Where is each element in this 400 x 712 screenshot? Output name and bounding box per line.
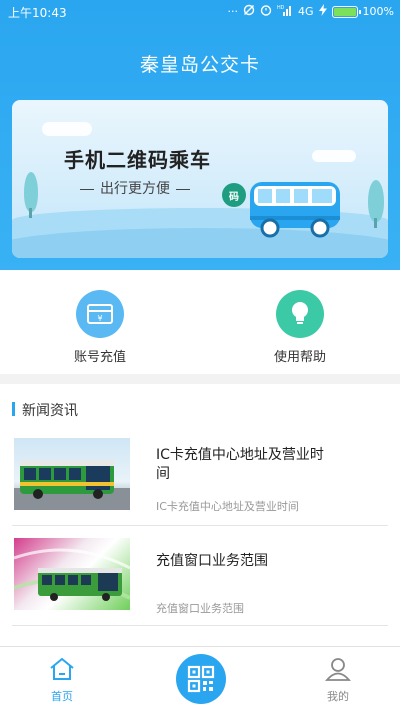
news-title: IC卡充值中心地址及营业时间 bbox=[156, 447, 324, 482]
lightbulb-icon bbox=[276, 290, 324, 338]
tab-mine-label: 我的 bbox=[327, 690, 349, 703]
quick-actions: ¥ 账号充值 使用帮助 bbox=[0, 270, 400, 374]
battery-level: 100% bbox=[362, 5, 394, 18]
tab-home[interactable]: 首页 bbox=[32, 657, 92, 704]
qr-scan-button[interactable] bbox=[176, 654, 226, 704]
tree-decoration bbox=[24, 172, 38, 212]
status-bar: 上午10:43 ··· HD 4G 100% bbox=[0, 0, 400, 24]
wallet-card-icon: ¥ bbox=[76, 290, 124, 338]
news-thumbnail bbox=[14, 438, 130, 510]
tree-decoration bbox=[368, 180, 384, 222]
user-icon bbox=[325, 658, 351, 681]
news-section: 新闻资讯 IC卡充值中心地址及营业时间 IC卡充值中心地址及营业时间 充值窗口业… bbox=[0, 384, 400, 646]
news-title: 充值窗口业务范围 bbox=[156, 553, 268, 569]
network-type: 4G bbox=[298, 5, 314, 18]
page-title: 秦皇岛公交卡 bbox=[139, 54, 260, 76]
news-description: 充值窗口业务范围 bbox=[156, 602, 244, 615]
notification-dots-icon: ··· bbox=[227, 5, 239, 18]
cloud-decoration bbox=[312, 150, 356, 162]
header: 上午10:43 ··· HD 4G 100% 秦皇岛公交卡 手机二维码乘车 出行… bbox=[0, 0, 400, 270]
promo-banner[interactable]: 手机二维码乘车 出行更方便 码 bbox=[12, 100, 388, 258]
home-icon bbox=[50, 657, 74, 680]
help-label: 使用帮助 bbox=[273, 350, 326, 365]
cloud-decoration bbox=[42, 122, 92, 136]
banner-title: 手机二维码乘车 bbox=[64, 148, 211, 172]
tab-home-label: 首页 bbox=[51, 690, 73, 703]
recharge-label: 账号充值 bbox=[73, 350, 126, 365]
tab-mine[interactable]: 我的 bbox=[308, 657, 368, 704]
banner-subtitle: 出行更方便 bbox=[74, 178, 196, 198]
news-header: 新闻资讯 bbox=[12, 400, 78, 420]
tree-trunk bbox=[29, 208, 32, 218]
battery-icon bbox=[331, 6, 361, 18]
news-thumbnail bbox=[14, 538, 130, 610]
bus-illustration-icon bbox=[250, 182, 340, 238]
qr-code-icon bbox=[187, 665, 215, 693]
news-item[interactable]: IC卡充值中心地址及营业时间 IC卡充值中心地址及营业时间 bbox=[12, 426, 388, 526]
tree-trunk bbox=[374, 218, 377, 228]
charging-icon bbox=[318, 4, 327, 20]
svg-text:¥: ¥ bbox=[97, 314, 102, 323]
hd-label: HD bbox=[277, 5, 285, 11]
news-description: IC卡充值中心地址及营业时间 bbox=[156, 500, 299, 513]
status-time: 上午10:43 bbox=[8, 6, 67, 20]
help-button[interactable]: 使用帮助 bbox=[240, 290, 360, 365]
recharge-button[interactable]: ¥ 账号充值 bbox=[40, 290, 160, 365]
news-item[interactable]: 充值窗口业务范围 充值窗口业务范围 bbox=[12, 526, 388, 626]
alarm-icon bbox=[260, 4, 272, 20]
mute-icon bbox=[243, 4, 255, 20]
qr-badge-icon: 码 bbox=[222, 183, 246, 207]
signal-icon: HD bbox=[277, 4, 293, 20]
